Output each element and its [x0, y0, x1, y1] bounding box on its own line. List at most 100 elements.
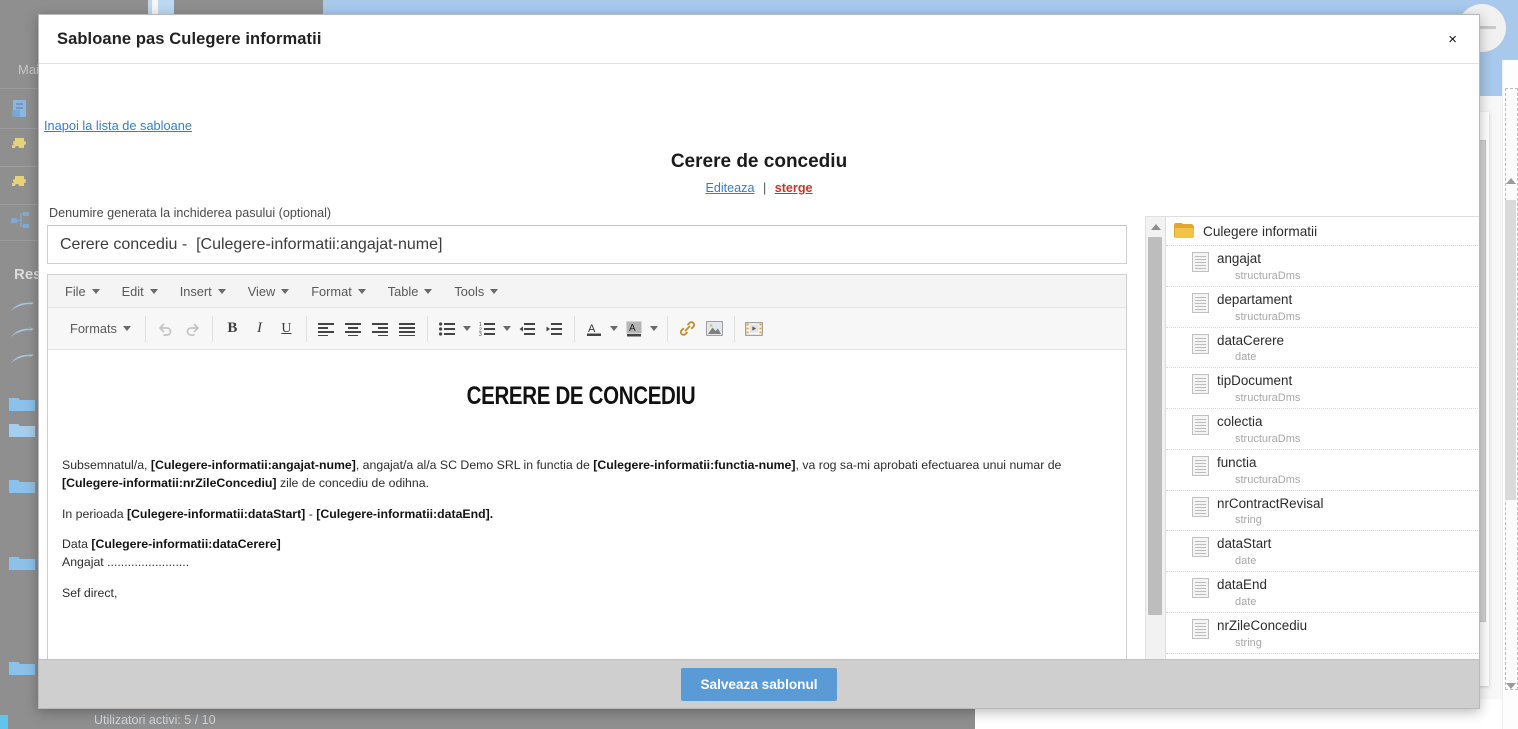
toolbar-group-insert [668, 315, 735, 342]
back-to-list-link[interactable]: Inapoi la lista de sabloane [44, 118, 192, 133]
field-type: date [1235, 555, 1257, 567]
tree-field-item[interactable]: dataCerere date [1166, 328, 1479, 369]
menu-view-label: View [247, 283, 276, 299]
formats-label: Formats [70, 321, 117, 336]
undo-icon[interactable] [152, 316, 179, 342]
tree-field-item[interactable]: dataStart date [1166, 531, 1479, 572]
underline-icon[interactable]: U [273, 316, 300, 342]
field-type: structuraDms [1235, 473, 1301, 486]
tree-field-item[interactable]: departament structuraDms [1166, 287, 1479, 328]
formats-dropdown[interactable]: Formats [62, 317, 139, 340]
italic-icon[interactable]: I [246, 316, 273, 342]
menu-file-label: File [65, 283, 86, 299]
align-right-icon[interactable] [367, 316, 394, 342]
puzzle-icon[interactable] [10, 174, 32, 196]
save-template-button[interactable]: Salveaza sablonul [681, 667, 837, 701]
field-name: dataStart [1217, 536, 1272, 552]
scroll-up-icon[interactable] [1150, 224, 1161, 230]
field-type: date [1235, 351, 1257, 364]
scroll-up-icon[interactable] [1506, 178, 1516, 184]
puzzle-icon[interactable] [10, 136, 32, 158]
merge-field-token: [Culegere-informatii:functia-nume] [593, 458, 796, 472]
outdent-icon[interactable] [514, 316, 541, 342]
bullist-icon[interactable] [434, 316, 461, 342]
editor-content-area[interactable]: CERERE DE CONCEDIU Subsemnatul/a, [Culeg… [48, 350, 1126, 659]
indent-icon[interactable] [541, 316, 568, 342]
tree-group-culegere-informatii[interactable]: Culegere informatii [1166, 217, 1479, 246]
tree-field-item[interactable]: colectia structuraDms [1166, 409, 1479, 450]
document-paragraph: Angajat ........................ [58, 554, 1104, 572]
chevron-down-icon [281, 288, 290, 294]
tree-field-item[interactable]: tipDocument structuraDms [1166, 368, 1479, 409]
forecolor-chevron-down-icon[interactable] [608, 316, 621, 342]
folder-icon-selected[interactable] [8, 420, 35, 442]
bullist-chevron-down-icon[interactable] [461, 316, 474, 342]
menu-edit[interactable]: Edit [113, 280, 167, 303]
folder-icon[interactable] [8, 476, 35, 498]
toolbar-group-formats: Formats [56, 315, 146, 342]
page-scrollbar[interactable] [1502, 60, 1518, 729]
arrow-icon[interactable] [10, 326, 34, 348]
tree-field-item[interactable]: nrZileConcediu string [1166, 613, 1479, 654]
tree-field-item[interactable]: nrContractRevisal string [1166, 491, 1479, 532]
delete-template-link[interactable]: sterge [775, 181, 813, 195]
menu-view[interactable]: View [239, 280, 299, 303]
page-scrollbar-thumb[interactable] [1505, 200, 1516, 500]
image-icon[interactable] [701, 316, 728, 342]
arrow-icon[interactable] [10, 352, 34, 374]
rail-divider [0, 204, 42, 205]
media-icon[interactable] [741, 316, 768, 342]
backcolor-chevron-down-icon[interactable] [648, 316, 661, 342]
folder-icon [1174, 223, 1194, 239]
fields-tree-scrollbar[interactable] [1145, 216, 1165, 659]
backcolor-icon[interactable]: A [621, 316, 648, 342]
sitemap-icon[interactable] [10, 210, 32, 232]
svg-text:A: A [629, 323, 636, 334]
tree-field-item[interactable]: dataEnd date [1166, 572, 1479, 613]
align-left-icon[interactable] [313, 316, 340, 342]
rich-text-editor: File Edit Insert View Format Table Tools… [47, 274, 1127, 659]
bold-icon[interactable]: B [219, 316, 246, 342]
toolbar-group-align [307, 315, 428, 342]
close-icon[interactable]: × [1444, 29, 1461, 50]
menu-insert[interactable]: Insert [171, 280, 235, 303]
redo-icon[interactable] [179, 316, 206, 342]
chevron-down-icon [357, 288, 366, 294]
menu-file[interactable]: File [56, 280, 109, 303]
status-chip [0, 715, 8, 729]
arrow-icon[interactable] [10, 300, 34, 322]
numlist-chevron-down-icon[interactable] [501, 316, 514, 342]
align-center-icon[interactable] [340, 316, 367, 342]
editor-column: Denumire generata la inchiderea pasului … [47, 206, 1135, 659]
dialog-body: Inapoi la lista de sabloane Cerere de co… [39, 64, 1479, 659]
menu-table[interactable]: Table [379, 280, 442, 303]
document-paragraph: Data [Culegere-informatii:dataCerere] [58, 536, 1104, 554]
document-settings-icon[interactable] [10, 98, 32, 120]
link-icon[interactable] [674, 316, 701, 342]
toolbar-group-styles: B I U [213, 315, 307, 342]
edit-template-link[interactable]: Editeaza [705, 181, 754, 195]
folder-icon[interactable] [8, 394, 35, 416]
menu-format[interactable]: Format [302, 280, 375, 303]
forecolor-icon[interactable]: A [581, 316, 608, 342]
fields-tree-column: Culegere informatii angajat structuraDms de… [1145, 216, 1479, 659]
field-name: colectia [1217, 414, 1263, 429]
tree-field-item[interactable]: functia structuraDms [1166, 450, 1479, 491]
generated-name-input[interactable] [47, 225, 1127, 264]
menu-tools[interactable]: Tools [445, 280, 507, 303]
align-justify-icon[interactable] [394, 316, 421, 342]
scroll-down-icon[interactable] [1506, 683, 1516, 689]
field-type: string [1235, 514, 1262, 527]
chevron-down-icon [490, 288, 499, 294]
numlist-icon[interactable]: 123 [474, 316, 501, 342]
tree-field-item[interactable]: angajat structuraDms [1166, 246, 1479, 287]
toolbar-group-lists: 123 [428, 315, 575, 342]
tree-group-campuri-sistem[interactable]: ::: Campuri sistem ::: [1166, 654, 1479, 660]
paragraph-text: , angajat/a al/a SC Demo SRL in functia … [355, 458, 594, 472]
action-separator: | [762, 181, 767, 195]
fields-tree-panel: Culegere informatii angajat structuraDms de… [1165, 216, 1479, 659]
folder-icon[interactable] [8, 553, 35, 575]
folder-icon[interactable] [8, 658, 35, 680]
merge-field-token: [Culegere-informatii:dataEnd]. [316, 506, 494, 521]
scrollbar-thumb[interactable] [1148, 237, 1162, 615]
